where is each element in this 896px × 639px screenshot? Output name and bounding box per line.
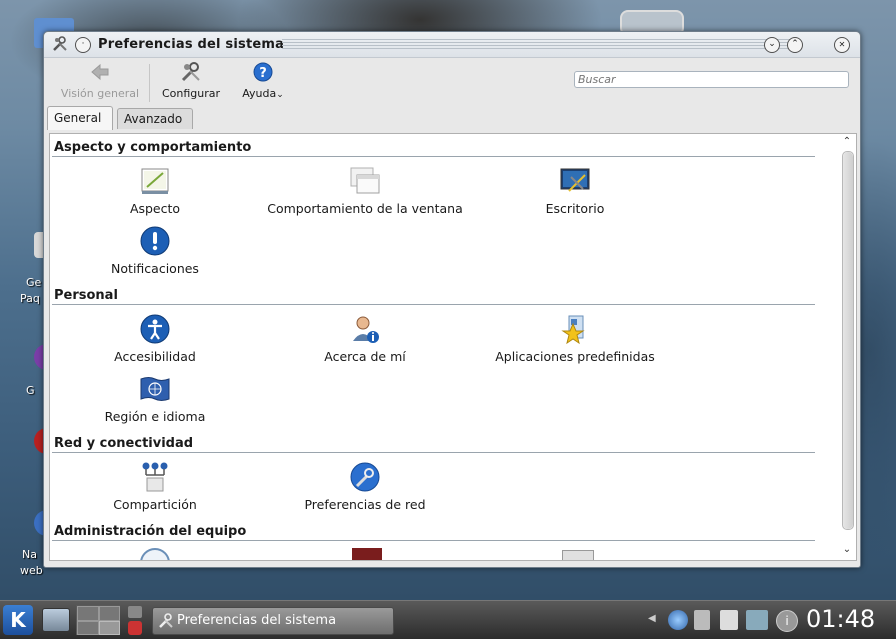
- exclamation-icon: [139, 225, 171, 257]
- desktop-label-fragment: Ge: [26, 276, 42, 289]
- pager-icon[interactable]: [76, 605, 120, 635]
- section-divider: [52, 540, 815, 541]
- flag-icon: [139, 373, 171, 405]
- hardware-icon[interactable]: [562, 550, 594, 560]
- settings-item-notificaciones[interactable]: Notificaciones: [55, 225, 255, 276]
- settings-item-accesibilidad[interactable]: Accesibilidad: [55, 313, 255, 364]
- arrow-left-icon: [89, 61, 111, 83]
- info-icon[interactable]: i: [776, 610, 798, 632]
- settings-item-label: Comportamiento de la ventana: [267, 201, 463, 216]
- tab-general[interactable]: General: [47, 106, 113, 130]
- help-button[interactable]: ? Ayuda⌄: [236, 61, 290, 100]
- svg-text:?: ?: [259, 66, 267, 81]
- kde-menu-button[interactable]: K: [3, 605, 33, 635]
- settings-item-label: Notificaciones: [111, 261, 199, 276]
- settings-item-acerca-de-mi[interactable]: Acerca de mí: [265, 313, 465, 364]
- tray-arrow-icon[interactable]: ◀: [648, 613, 656, 624]
- devices-icon[interactable]: [746, 610, 768, 630]
- section-title: Red y conectividad: [54, 436, 194, 451]
- settings-item-label: Preferencias de red: [304, 497, 426, 512]
- settings-item-aspecto[interactable]: Aspecto: [55, 165, 255, 216]
- power-icon[interactable]: [128, 621, 142, 635]
- settings-item-network-prefs[interactable]: Preferencias de red: [265, 461, 465, 512]
- default-apps-icon: [559, 313, 591, 345]
- font-icon[interactable]: [352, 548, 382, 560]
- minimize-button[interactable]: ⌄: [764, 37, 780, 53]
- desktop-label-fragment: web: [20, 564, 43, 577]
- settings-item-comparticion[interactable]: Compartición: [55, 461, 255, 512]
- back-label: Visión general: [60, 87, 140, 100]
- tools-icon[interactable]: [52, 36, 68, 52]
- section-divider: [52, 156, 815, 157]
- lock-icon[interactable]: [128, 606, 142, 618]
- settings-item-label: Compartición: [113, 497, 197, 512]
- configure-button[interactable]: Configurar: [156, 61, 226, 100]
- system-settings-window: · Preferencias del sistema ⌄ ⌃ ✕ Visión …: [43, 31, 861, 568]
- window-title: Preferencias del sistema: [98, 37, 285, 52]
- scroll-thumb[interactable]: [843, 152, 853, 529]
- volume-icon[interactable]: [694, 610, 710, 630]
- chevron-down-icon: ⌄: [276, 90, 284, 100]
- desktop-label-fragment: G: [26, 384, 35, 397]
- settings-item-label: Acerca de mí: [324, 349, 406, 364]
- help-icon: ?: [252, 61, 274, 83]
- help-label: Ayuda: [242, 87, 277, 100]
- settings-item-label: Región e idioma: [104, 409, 206, 424]
- scroll-track[interactable]: [842, 151, 854, 530]
- settings-item-window-behavior[interactable]: Comportamiento de la ventana: [265, 165, 465, 216]
- section-divider: [52, 452, 815, 453]
- palette-icon: [139, 165, 171, 197]
- tab-general-label: General: [54, 111, 102, 125]
- show-desktop-icon[interactable]: [42, 608, 70, 632]
- settings-item-default-apps[interactable]: Aplicaciones predefinidas: [475, 313, 675, 364]
- section-title: Administración del equipo: [54, 524, 247, 539]
- network-icon[interactable]: [668, 610, 688, 630]
- scroll-up-icon[interactable]: ⌃: [840, 135, 854, 149]
- windows-icon: [349, 165, 381, 197]
- pin-icon[interactable]: ·: [75, 37, 91, 53]
- task-button-system-settings[interactable]: Preferencias del sistema: [152, 607, 394, 635]
- user-info-icon: [349, 313, 381, 345]
- desktop-label-fragment: Na: [22, 548, 37, 561]
- accessibility-icon: [139, 313, 171, 345]
- tools-icon: [158, 613, 174, 629]
- desktop-label-fragment: Paq: [20, 292, 40, 305]
- configure-label: Configurar: [161, 87, 221, 100]
- vertical-scrollbar[interactable]: ⌃ ⌄: [840, 135, 854, 557]
- wrench-icon: [180, 61, 202, 83]
- settings-item-region-idioma[interactable]: Región e idioma: [55, 373, 255, 424]
- settings-item-label: Accesibilidad: [114, 349, 196, 364]
- task-label: Preferencias del sistema: [177, 613, 337, 628]
- settings-item-escritorio[interactable]: Escritorio: [475, 165, 675, 216]
- section-divider: [52, 304, 815, 305]
- settings-panel: Aspecto y comportamiento Aspecto Comport…: [49, 133, 857, 561]
- scroll-down-icon[interactable]: ⌄: [840, 543, 854, 557]
- search-input[interactable]: [574, 71, 849, 88]
- settings-item-label: Escritorio: [545, 201, 605, 216]
- desktop-icon: [559, 165, 591, 197]
- tab-advanced[interactable]: Avanzado: [117, 108, 193, 129]
- clock-icon[interactable]: [140, 548, 170, 560]
- settings-item-label: Aspecto: [129, 201, 181, 216]
- taskbar: K Preferencias del sistema ◀ i 01:48: [0, 600, 896, 639]
- network-prefs-icon: [349, 461, 381, 493]
- tab-advanced-label: Avanzado: [124, 112, 183, 126]
- back-button[interactable]: Visión general: [52, 61, 148, 100]
- section-title: Aspecto y comportamiento: [54, 140, 252, 155]
- window-titlebar[interactable]: · Preferencias del sistema ⌄ ⌃ ✕: [44, 32, 860, 58]
- settings-item-label: Aplicaciones predefinidas: [495, 349, 655, 364]
- sharing-icon: [139, 461, 171, 493]
- toolbar-separator: [149, 64, 150, 102]
- clipboard-icon[interactable]: [720, 610, 738, 630]
- clock[interactable]: 01:48: [806, 605, 875, 633]
- maximize-button[interactable]: ⌃: [787, 37, 803, 53]
- titlebar-decoration: [282, 39, 800, 49]
- section-title: Personal: [54, 288, 118, 303]
- close-button[interactable]: ✕: [834, 37, 850, 53]
